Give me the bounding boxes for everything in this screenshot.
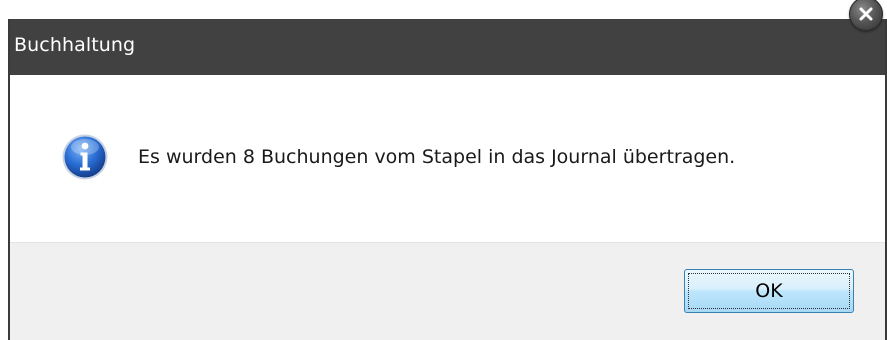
info-icon <box>61 133 109 181</box>
dialog-title: Buchhaltung <box>14 34 136 56</box>
close-icon <box>859 7 873 21</box>
dialog-footer: OK <box>10 242 885 340</box>
titlebar[interactable]: Buchhaltung <box>10 19 885 75</box>
ok-button-label: OK <box>755 280 783 302</box>
dialog-content: Es wurden 8 Buchungen vom Stapel in das … <box>10 75 885 242</box>
ok-button[interactable]: OK <box>684 269 854 313</box>
dialog-message: Es wurden 8 Buchungen vom Stapel in das … <box>138 146 736 168</box>
message-dialog: Buchhaltung Es wurden 8 Buchungen vom St… <box>8 19 887 340</box>
